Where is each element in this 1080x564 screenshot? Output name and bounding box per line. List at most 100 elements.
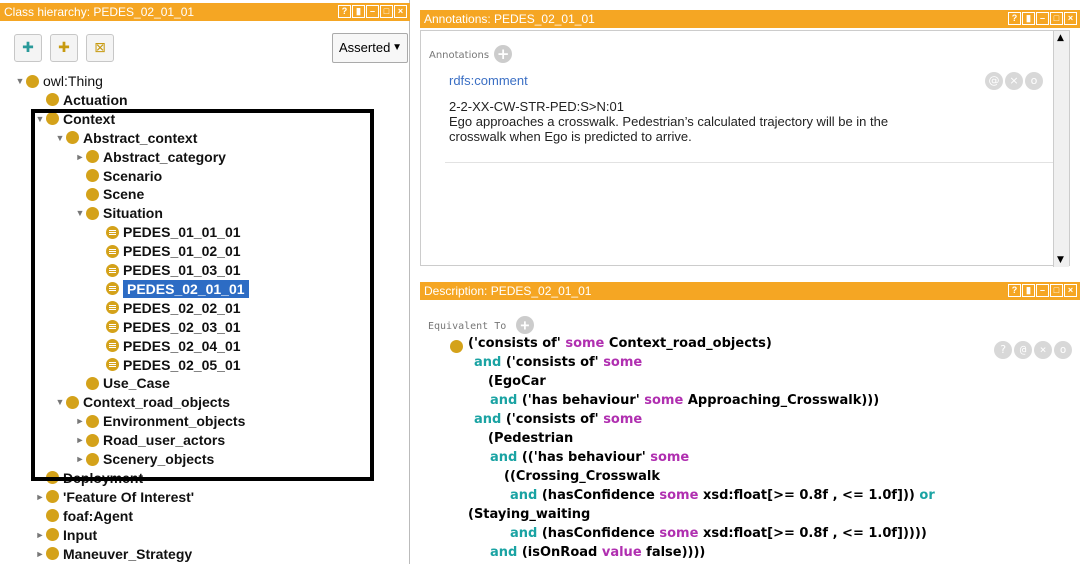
class-icon (46, 490, 59, 504)
add-annotation-icon[interactable]: + (494, 44, 513, 63)
minimize-icon[interactable]: – (1036, 12, 1049, 25)
delete-icon[interactable]: × (1005, 72, 1023, 90)
expression-keyword: some (644, 393, 684, 408)
annotations-title-bar: Annotations: PEDES_02_01_01 ? ▮ – □ × (420, 10, 1080, 28)
annotation-value: 2-2-XX-CW-STR-PED:S>N:01 Ego approaches … (449, 99, 888, 144)
explain-icon[interactable]: ? (994, 341, 1012, 359)
collapse-icon[interactable]: ▼ (14, 72, 26, 90)
help-icon[interactable]: ? (1008, 284, 1021, 297)
window-controls: ? ▮ – □ × (1008, 284, 1077, 297)
pin-icon[interactable]: ▮ (1022, 284, 1035, 297)
class-icon (46, 509, 59, 523)
expression-line: and (hasConfidence some xsd:float[>= 0.8… (510, 526, 927, 541)
annotations-scrollbar[interactable]: ▲ ▼ (1053, 31, 1069, 267)
scroll-down-icon[interactable]: ▼ (1057, 255, 1064, 265)
edit-icon[interactable]: o (1054, 341, 1072, 359)
tree-node-label: Input (63, 526, 98, 543)
tree-node-label: 'Feature Of Interest' (63, 488, 195, 505)
tree-node[interactable]: ► 'Feature Of Interest' (34, 488, 195, 506)
expression-line: and (isOnRoad value false)))) (490, 545, 705, 560)
add-subclass-button[interactable]: ✚ (14, 34, 42, 62)
tree-node-label: owl:Thing (43, 73, 103, 89)
expression-line: (Pedestrian (488, 431, 573, 446)
class-icon (46, 93, 59, 107)
chevron-down-icon: ▼ (392, 42, 402, 53)
maximize-icon[interactable]: □ (380, 5, 393, 18)
class-icon (26, 74, 39, 88)
annotation-line: Ego approaches a crosswalk. Pedestrian’s… (449, 114, 889, 129)
pin-icon[interactable]: ▮ (1022, 12, 1035, 25)
tree-node[interactable]: ► Maneuver_Strategy (34, 545, 193, 563)
expression-line: and (hasConfidence some xsd:float[>= 0.8… (510, 488, 935, 503)
help-icon[interactable]: ? (338, 5, 351, 18)
close-icon[interactable]: × (394, 5, 407, 18)
expression-line: and ('consists of' some (474, 412, 642, 427)
expand-icon[interactable]: ► (34, 526, 46, 544)
class-icon (46, 528, 59, 542)
help-icon[interactable]: ? (1008, 12, 1021, 25)
tree-node[interactable]: ▼ owl:Thing (14, 72, 103, 90)
expression-keyword: and (510, 526, 538, 541)
add-sibling-class-button[interactable]: ✚ (50, 34, 78, 62)
divider (445, 162, 1055, 163)
expression-line: and ('has behaviour' some Approaching_Cr… (490, 393, 879, 408)
expression-text: (hasConfidence (537, 526, 660, 541)
highlight-box (31, 109, 374, 481)
delete-icon[interactable]: × (1034, 341, 1052, 359)
class-hierarchy-panel: Class hierarchy: PEDES_02_01_01 ? ▮ – □ × ✚ … (0, 0, 410, 564)
expression-keyword: some (659, 526, 699, 541)
tree-node[interactable]: foaf:Agent (34, 507, 133, 525)
description-title-bar: Description: PEDES_02_01_01 ? ▮ – □ × (420, 282, 1080, 300)
expression-text: ('has behaviour' (517, 393, 645, 408)
expression-line: and (('has behaviour' some (490, 450, 689, 465)
minimize-icon[interactable]: – (366, 5, 379, 18)
expression-keyword: and (490, 450, 518, 465)
expression-controls: ? @ × o (992, 338, 1072, 359)
description-panel: Equivalent To + ? @ × o ('consists of' some… (420, 300, 1080, 564)
asserted-dropdown[interactable]: Asserted ▼ (332, 33, 408, 63)
tree-node-label: Maneuver_Strategy (63, 545, 193, 562)
at-icon[interactable]: @ (985, 72, 1003, 90)
expand-icon[interactable]: ► (34, 488, 46, 506)
tree-node[interactable]: Actuation (34, 91, 128, 109)
expression-line: (Staying_waiting (468, 507, 590, 522)
expression-keyword: and (510, 488, 538, 503)
equivalent-to-label: Equivalent To (428, 321, 507, 332)
annotation-controls: @ × o (983, 69, 1043, 90)
expression-keyword: and (490, 393, 518, 408)
expression-text: Approaching_Crosswalk))) (683, 393, 880, 408)
close-icon[interactable]: × (1064, 284, 1077, 297)
expression-text: Context_road_objects) (604, 336, 772, 351)
expression-line: ((Crossing_Crosswalk (504, 469, 660, 484)
expression-text: ((Crossing_Crosswalk (504, 469, 660, 484)
at-icon[interactable]: @ (1014, 341, 1032, 359)
expression-text: (hasConfidence (537, 488, 660, 503)
expression-line: (EgoCar (488, 374, 546, 389)
expression-keyword: some (659, 488, 699, 503)
expression-text: (EgoCar (488, 374, 546, 389)
delete-class-button[interactable]: ⊠ (86, 34, 114, 62)
expression-line: and ('consists of' some (474, 355, 642, 370)
class-hierarchy-title-bar: Class hierarchy: PEDES_02_01_01 ? ▮ – □ × (0, 3, 410, 21)
minimize-icon[interactable]: – (1036, 284, 1049, 297)
add-equivalent-icon[interactable]: + (515, 315, 534, 334)
maximize-icon[interactable]: □ (1050, 12, 1063, 25)
expression-text: (('has behaviour' (517, 450, 651, 465)
close-icon[interactable]: × (1064, 12, 1077, 25)
expression-keyword: some (603, 355, 643, 370)
expression-keyword: value (601, 545, 642, 560)
expression-text: false)))) (641, 545, 706, 560)
annotation-line: 2-2-XX-CW-STR-PED:S>N:01 (449, 99, 624, 114)
annotation-property[interactable]: rdfs:comment (449, 73, 528, 88)
scroll-up-icon[interactable]: ▲ (1057, 33, 1064, 43)
expression-keyword: some (603, 412, 643, 427)
edit-icon[interactable]: o (1025, 72, 1043, 90)
pin-icon[interactable]: ▮ (352, 5, 365, 18)
expression-keyword: some (650, 450, 690, 465)
tree-node[interactable]: ► Input (34, 526, 98, 544)
expression-keyword: and (474, 412, 502, 427)
maximize-icon[interactable]: □ (1050, 284, 1063, 297)
expand-icon[interactable]: ► (34, 545, 46, 563)
expression-text: xsd:float[>= 0.8f , <= 1.0f])))) (698, 526, 927, 541)
asserted-dropdown-value: Asserted (339, 40, 391, 55)
